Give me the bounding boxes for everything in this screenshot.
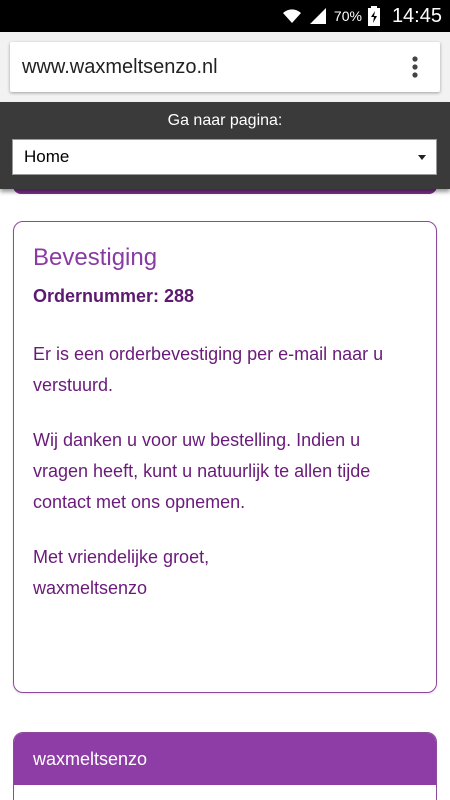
battery-percentage: 70% [333,8,362,24]
nav-label: Ga naar pagina: [167,112,283,129]
chevron-down-icon [418,155,426,160]
clock: 14:45 [391,4,442,27]
confirmation-card: Bevestiging Ordernummer: 288 Er is een o… [13,221,437,693]
greeting: Met vriendelijke groet, waxmeltsenzo [33,542,417,604]
battery-icon [367,6,380,26]
more-vert-icon[interactable] [400,42,430,92]
status-bar: 70% 14:45 [0,0,450,32]
signal-icon [308,7,328,25]
thank-you-message: Wij danken u voor uw bestelling. Indien … [33,430,371,512]
confirmation-title: Bevestiging [33,244,158,271]
footer-card: waxmeltsenzo [13,732,437,800]
signature: waxmeltsenzo [33,578,148,598]
page-select-value: Home [24,147,70,166]
greeting-line: Met vriendelijke groet, [33,547,210,567]
wifi-icon [282,8,302,24]
footer-title: waxmeltsenzo [14,733,436,785]
confirmation-message: Er is een orderbevestiging per e-mail na… [33,344,384,395]
address-bar[interactable]: www.waxmeltsenzo.nl [10,42,440,92]
url-text: www.waxmeltsenzo.nl [22,55,218,78]
page-navigation: Ga naar pagina: Home [0,102,450,189]
page-content: Bevestiging Ordernummer: 288 Er is een o… [0,102,450,800]
order-number: Ordernummer: 288 [33,286,195,306]
browser-toolbar: www.waxmeltsenzo.nl [0,32,450,102]
page-select[interactable]: Home [12,139,437,175]
